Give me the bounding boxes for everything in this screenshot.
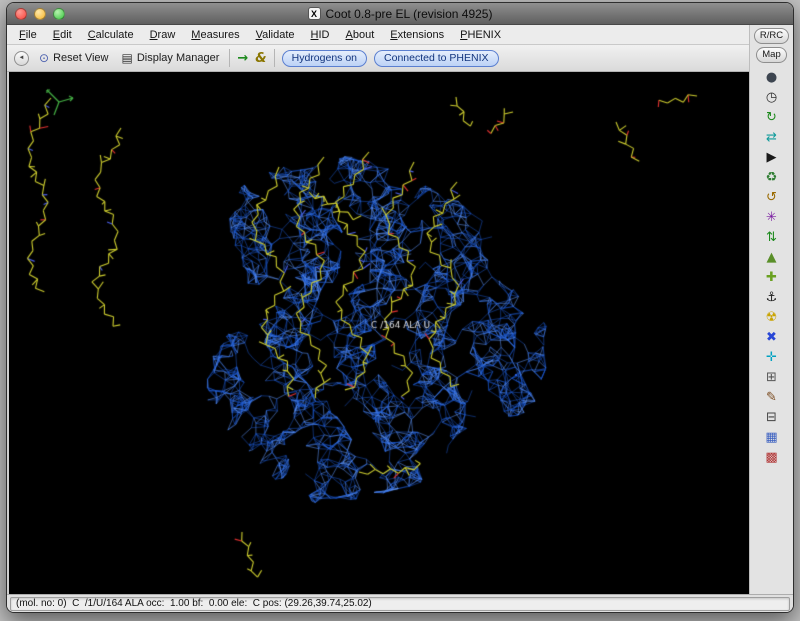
reset-view-icon: ⊙ [39,52,49,64]
x11-icon: X [308,7,321,20]
rigid-body-icon[interactable]: ♻ [760,168,784,187]
timer-icon[interactable]: ◷ [760,88,784,107]
menu-about[interactable]: About [338,27,383,43]
clear-pending-icon[interactable]: ✖ [760,328,784,347]
auto-fit-rotamer-icon[interactable]: ✳ [760,208,784,227]
title-bar[interactable]: X Coot 0.8-pre EL (revision 4925) [7,3,793,25]
menu-edit[interactable]: Edit [45,27,80,43]
left-column: FileEditCalculateDrawMeasuresValidateHID… [7,25,749,594]
toolbar: ◄ ⊙ Reset View ▤ Display Manager → & Hyd… [7,45,749,72]
toolbar-separator [274,49,275,67]
run-refmac-icon[interactable]: ☢ [760,308,784,327]
coot-window: X Coot 0.8-pre EL (revision 4925) FileEd… [6,2,794,613]
menu-extensions[interactable]: Extensions [382,27,452,43]
reset-view-button[interactable]: ⊙ Reset View [36,50,112,66]
status-bar: (mol. no: 0) C /1/U/164 ALA occ: 1.00 bf… [7,594,793,612]
rrc-button[interactable]: R/RC [754,28,789,44]
hydrogens-toggle-button[interactable]: Hydrogens on [282,50,367,67]
menu-validate[interactable]: Validate [248,27,303,43]
display-manager-label: Display Manager [137,52,220,64]
display-manager-icon: ▤ [122,52,133,64]
gl-canvas-frame [7,72,749,594]
fix-atoms-icon[interactable]: ▶ [760,148,784,167]
menu-phenix[interactable]: PHENIX [452,27,509,43]
menu-hid[interactable]: HID [303,27,338,43]
goto-atom-icon[interactable]: → [237,52,248,65]
regularize-icon[interactable]: ⇄ [760,128,784,147]
rotation-sphere-icon[interactable]: ● [760,68,784,87]
reset-view-label: Reset View [53,52,108,64]
phenix-connection-button[interactable]: Connected to PHENIX [374,50,498,67]
ligand-builder-icon[interactable]: ▦ [760,428,784,447]
minimize-button[interactable] [34,8,46,20]
edit-chi-angles-icon[interactable]: ▲ [760,248,784,267]
window-controls [15,8,65,20]
right-rail: R/RC Map ●◷↻⇄▶♻↺✳⇅▲✚⚓☢✖✛⊞✎⊟▦▩ [749,25,793,594]
rotate-translate-icon[interactable]: ↺ [760,188,784,207]
display-manager-button[interactable]: ▤ Display Manager [119,50,223,66]
menu-measures[interactable]: Measures [183,27,247,43]
real-space-refine-icon[interactable]: ↻ [760,108,784,127]
mutate-residue-icon[interactable]: ✚ [760,268,784,287]
status-text: (mol. no: 0) C /1/U/164 ALA occ: 1.00 bf… [10,597,790,611]
goto-ligand-icon[interactable]: & [255,52,266,65]
menu-calculate[interactable]: Calculate [80,27,142,43]
toolbar-separator [229,49,230,67]
add-terminal-residue-icon[interactable]: ⚓ [760,288,784,307]
menu-draw[interactable]: Draw [142,27,184,43]
pointer-atom-icon[interactable]: ✎ [760,388,784,407]
close-button[interactable] [15,8,27,20]
flip-peptide-icon[interactable]: ✛ [760,348,784,367]
window-title: X Coot 0.8-pre EL (revision 4925) [308,7,493,21]
preferences-icon[interactable]: ▩ [760,448,784,467]
add-alt-conf-icon[interactable]: ⊞ [760,368,784,387]
right-rail-icons: ●◷↻⇄▶♻↺✳⇅▲✚⚓☢✖✛⊞✎⊟▦▩ [760,68,784,467]
gl-canvas[interactable] [9,72,749,594]
main-row: FileEditCalculateDrawMeasuresValidateHID… [7,25,793,594]
map-button[interactable]: Map [756,47,786,63]
rotamers-icon[interactable]: ⇅ [760,228,784,247]
toolbar-overflow-button[interactable]: ◄ [14,51,29,66]
delete-item-icon[interactable]: ⊟ [760,408,784,427]
menu-file[interactable]: File [11,27,45,43]
menu-bar: FileEditCalculateDrawMeasuresValidateHID… [7,25,749,45]
zoom-button[interactable] [53,8,65,20]
window-title-text: Coot 0.8-pre EL (revision 4925) [326,7,493,21]
